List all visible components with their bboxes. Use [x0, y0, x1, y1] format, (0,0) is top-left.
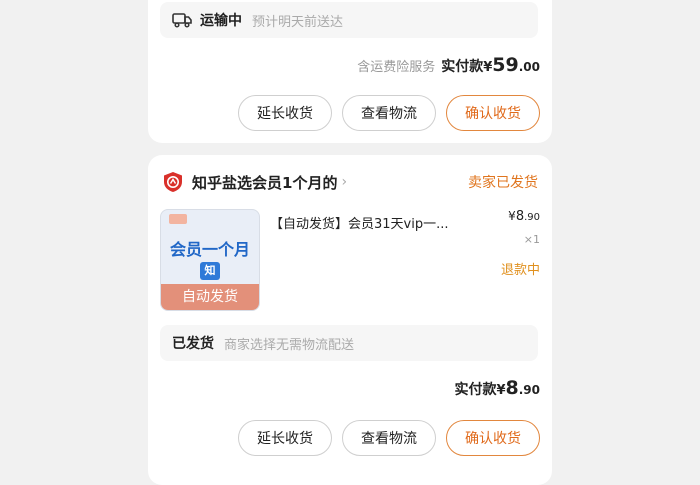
paid-amount-decimal: .90: [518, 383, 540, 397]
view-logistics-button[interactable]: 查看物流: [342, 420, 436, 456]
shipping-note: 商家选择无需物流配送: [224, 337, 355, 353]
thumbnail-tag: [169, 214, 187, 224]
chevron-right-icon[interactable]: ›: [341, 174, 347, 190]
shipping-status: 运输中: [200, 13, 242, 29]
shop-name[interactable]: 知乎盐选会员1个月的: [192, 172, 337, 193]
order-status: 卖家已发货: [468, 175, 538, 191]
truck-icon: [172, 13, 192, 28]
shop-header[interactable]: 知乎盐选会员1个月的 › 卖家已发货: [162, 169, 538, 195]
paid-amount-integer: 8: [505, 377, 519, 399]
order-card-2: 知乎盐选会员1个月的 › 卖家已发货 会员一个月 知 自动发货 【自动发货】会员…: [148, 155, 552, 485]
shipping-note: 预计明天前送达: [252, 14, 344, 30]
action-buttons: 延长收货 查看物流 确认收货: [238, 420, 540, 456]
paid-label: 实付款: [441, 59, 484, 75]
action-buttons: 延长收货 查看物流 确认收货: [238, 95, 540, 131]
view-logistics-button[interactable]: 查看物流: [342, 95, 436, 131]
shipping-info-bar[interactable]: 已发货 商家选择无需物流配送: [160, 325, 538, 361]
currency-symbol: ¥: [496, 383, 506, 398]
confirm-receipt-button[interactable]: 确认收货: [446, 95, 540, 131]
currency-symbol: ¥: [483, 60, 493, 75]
order-total: 实付款 ¥ 8 .90: [454, 377, 540, 399]
shipping-status: 已发货: [172, 336, 214, 352]
product-quantity: ×1: [523, 233, 540, 246]
product-price: ¥8.90: [508, 209, 540, 224]
order-total: 含运费险服务 实付款 ¥ 59 .00: [357, 54, 540, 76]
product-title[interactable]: 【自动发货】会员31天vip一...: [270, 213, 490, 232]
thumbnail-banner: 自动发货: [161, 284, 259, 310]
confirm-receipt-button[interactable]: 确认收货: [446, 420, 540, 456]
extend-receipt-button[interactable]: 延长收货: [238, 420, 332, 456]
enterprise-shield-icon: [164, 172, 182, 192]
paid-label: 实付款: [454, 382, 497, 398]
price-integer: 8: [515, 209, 525, 224]
order-card-1: 运输中 预计明天前送达 含运费险服务 实付款 ¥ 59 .00 延长收货 查看物…: [148, 0, 552, 143]
insurance-note: 含运费险服务: [357, 60, 436, 75]
shipping-info-bar[interactable]: 运输中 预计明天前送达: [160, 2, 538, 38]
price-decimal: .90: [524, 212, 540, 223]
refund-status[interactable]: 退款中: [501, 259, 540, 278]
zhihu-logo-icon: 知: [200, 262, 220, 280]
extend-receipt-button[interactable]: 延长收货: [238, 95, 332, 131]
price-symbol: ¥: [508, 209, 516, 223]
paid-amount-decimal: .00: [518, 60, 540, 74]
paid-amount-integer: 59: [492, 54, 519, 76]
product-thumbnail[interactable]: 会员一个月 知 自动发货: [160, 209, 260, 311]
thumbnail-title: 会员一个月: [169, 240, 250, 259]
